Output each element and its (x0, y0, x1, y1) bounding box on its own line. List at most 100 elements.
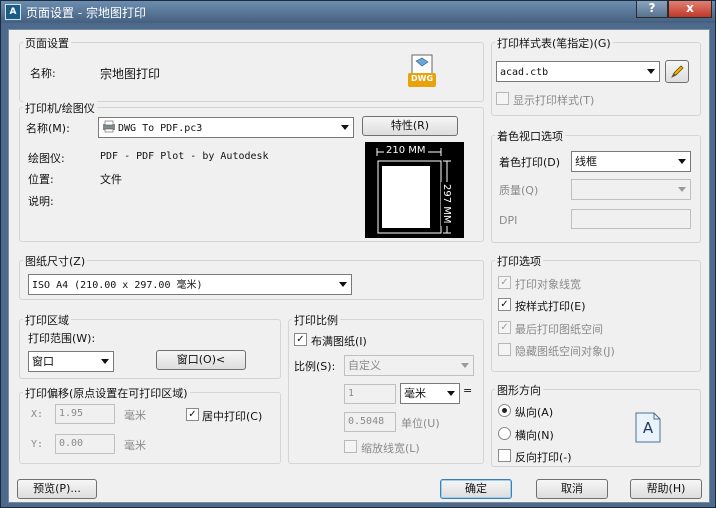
plot-scale-label: 打印比例 (292, 312, 340, 328)
plot-style-label: 打印样式表(笔指定)(G) (495, 35, 613, 51)
chevron-down-icon (339, 282, 347, 287)
printer-group: 打印机/绘图仪 名称(M): DWG To PDF.pc3 特性(R) 绘图仪:… (19, 100, 484, 242)
edit-plot-style-button[interactable] (665, 60, 689, 83)
dialog-window: A 页面设置 - 宗地图打印 ? x 页面设置 名称: 宗地图打印 DWG 打印… (0, 0, 716, 508)
chevron-down-icon (341, 125, 349, 130)
landscape-radio[interactable] (498, 427, 511, 440)
page-setup-group: 页面设置 名称: 宗地图打印 DWG (19, 35, 484, 102)
plot-style-group: 打印样式表(笔指定)(G) acad.ctb 显示打印样式(T) (491, 35, 701, 116)
shaded-viewport-group: 着色视口选项 着色打印(D) 线框 质量(Q) DPI (491, 128, 701, 243)
scale-unit-value: 毫米 (404, 387, 426, 400)
dpi-label: DPI (499, 214, 518, 227)
center-plot-checkbox[interactable]: ✓ (186, 408, 199, 421)
plot-range-value: 窗口 (32, 355, 54, 368)
plot-offset-group: 打印偏移(原点设置在可打印区域) X: 1.95 毫米 ✓ 居中打印(C) Y:… (19, 385, 281, 464)
printer-properties-button[interactable]: 特性(R) (362, 116, 458, 136)
landscape-label: 横向(N) (515, 429, 554, 442)
offset-x-label: X: (31, 409, 44, 420)
plot-range-label: 打印范围(W): (28, 332, 96, 345)
paper-size-select[interactable]: ISO A4 (210.00 x 297.00 毫米) (28, 274, 352, 295)
portrait-label: 纵向(A) (515, 406, 554, 419)
offset-y-label: Y: (31, 439, 44, 450)
display-plot-styles-checkbox[interactable] (496, 92, 509, 105)
offset-x-input[interactable]: 1.95 (55, 404, 115, 424)
scale-value: 自定义 (348, 359, 381, 372)
plot-paperspace-last-label: 最后打印图纸空间 (515, 323, 603, 336)
chevron-down-icon (101, 359, 109, 364)
preview-height-label: 297 MM (441, 182, 452, 226)
portrait-page-icon: A (635, 412, 661, 443)
page-setup-name-value: 宗地图打印 (100, 67, 161, 81)
shade-plot-select[interactable]: 线框 (571, 151, 691, 172)
printer-name-label: 名称(M): (26, 122, 70, 135)
chevron-down-icon (678, 187, 686, 192)
cancel-button[interactable]: 取消 (536, 479, 608, 499)
plot-paperspace-last-checkbox[interactable]: ✓ (498, 321, 511, 334)
orientation-group: 图形方向 纵向(A) 横向(N) 反向打印(-) A (491, 382, 701, 467)
scale-unit-select[interactable]: 毫米 (400, 383, 460, 404)
plotter-label: 绘图仪: (28, 152, 65, 165)
dpi-input[interactable] (571, 209, 691, 229)
shaded-viewport-label: 着色视口选项 (495, 128, 565, 144)
scale-value2-input[interactable]: 0.5048 (344, 412, 396, 432)
plot-style-select[interactable]: acad.ctb (496, 61, 660, 82)
close-button[interactable]: x (668, 1, 712, 18)
display-plot-styles-label: 显示打印样式(T) (513, 94, 595, 107)
paper-preview: 210 MM 297 MM (365, 142, 464, 238)
chevron-down-icon (461, 363, 469, 368)
plot-with-styles-label: 按样式打印(E) (515, 300, 586, 313)
fit-to-paper-checkbox[interactable]: ✓ (294, 333, 307, 346)
scale-equals: = (463, 384, 473, 397)
plot-object-lineweights-checkbox[interactable]: ✓ (498, 276, 511, 289)
upside-down-label: 反向打印(-) (515, 451, 572, 464)
plot-object-lineweights-label: 打印对象线宽 (515, 278, 581, 291)
scale-lineweights-label: 缩放线宽(L) (361, 442, 420, 455)
paper-size-value: ISO A4 (210.00 x 297.00 毫米) (32, 280, 203, 291)
app-icon: A (5, 4, 21, 20)
upside-down-checkbox[interactable] (498, 449, 511, 462)
printer-name-value: DWG To PDF.pc3 (118, 123, 203, 134)
paper-size-label: 图纸尺寸(Z) (23, 253, 88, 269)
plotter-value: PDF - PDF Plot - by Autodesk (100, 151, 269, 162)
help-title-button[interactable]: ? (636, 1, 668, 18)
help-button[interactable]: 帮助(H) (630, 479, 702, 499)
offset-x-unit: 毫米 (124, 409, 146, 422)
location-value: 文件 (100, 173, 122, 186)
preview-width-label: 210 MM (384, 145, 428, 156)
offset-y-input[interactable]: 0.00 (55, 434, 115, 454)
fit-to-paper-label: 布满图纸(I) (311, 335, 367, 348)
scale-value1-input[interactable]: 1 (344, 384, 396, 404)
chevron-down-icon (447, 391, 455, 396)
window-pick-button[interactable]: 窗口(O)< (156, 350, 246, 370)
plot-with-styles-checkbox[interactable]: ✓ (498, 298, 511, 311)
scale-lineweights-checkbox[interactable] (344, 440, 357, 453)
printer-group-label: 打印机/绘图仪 (23, 100, 97, 116)
shade-plot-value: 线框 (575, 155, 597, 168)
center-plot-label: 居中打印(C) (202, 410, 263, 423)
scale-unit2-label: 单位(U) (401, 417, 440, 430)
scale-select[interactable]: 自定义 (344, 355, 474, 376)
scale-label: 比例(S): (294, 360, 336, 373)
plot-style-value: acad.ctb (500, 67, 549, 78)
page-setup-name-label: 名称: (30, 67, 56, 80)
plot-scale-group: 打印比例 ✓ 布满图纸(I) 比例(S): 自定义 1 毫米 = 0.5048 … (288, 312, 484, 464)
portrait-radio[interactable] (498, 404, 511, 417)
plot-area-label: 打印区域 (23, 312, 71, 328)
ok-button[interactable]: 确定 (440, 479, 512, 499)
plot-range-select[interactable]: 窗口 (28, 351, 114, 372)
quality-select[interactable] (571, 179, 691, 200)
title-bar[interactable]: A 页面设置 - 宗地图打印 ? x (1, 1, 715, 23)
printer-name-select[interactable]: DWG To PDF.pc3 (98, 117, 354, 138)
hide-paperspace-objects-checkbox[interactable] (498, 343, 511, 356)
description-label: 说明: (28, 195, 54, 208)
orientation-label: 图形方向 (495, 382, 543, 398)
plot-offset-label: 打印偏移(原点设置在可打印区域) (23, 385, 190, 401)
paper-size-group: 图纸尺寸(Z) ISO A4 (210.00 x 297.00 毫米) (19, 253, 484, 300)
plot-options-group: 打印选项 ✓ 打印对象线宽 ✓ 按样式打印(E) ✓ 最后打印图纸空间 隐藏图纸… (491, 253, 701, 372)
quality-label: 质量(Q) (499, 184, 539, 197)
plot-options-label: 打印选项 (495, 253, 543, 269)
dwg-file-icon: DWG (408, 53, 436, 87)
plot-area-group: 打印区域 打印范围(W): 窗口 窗口(O)< (19, 312, 281, 379)
preview-button[interactable]: 预览(P)... (17, 479, 97, 499)
offset-y-unit: 毫米 (124, 439, 146, 452)
